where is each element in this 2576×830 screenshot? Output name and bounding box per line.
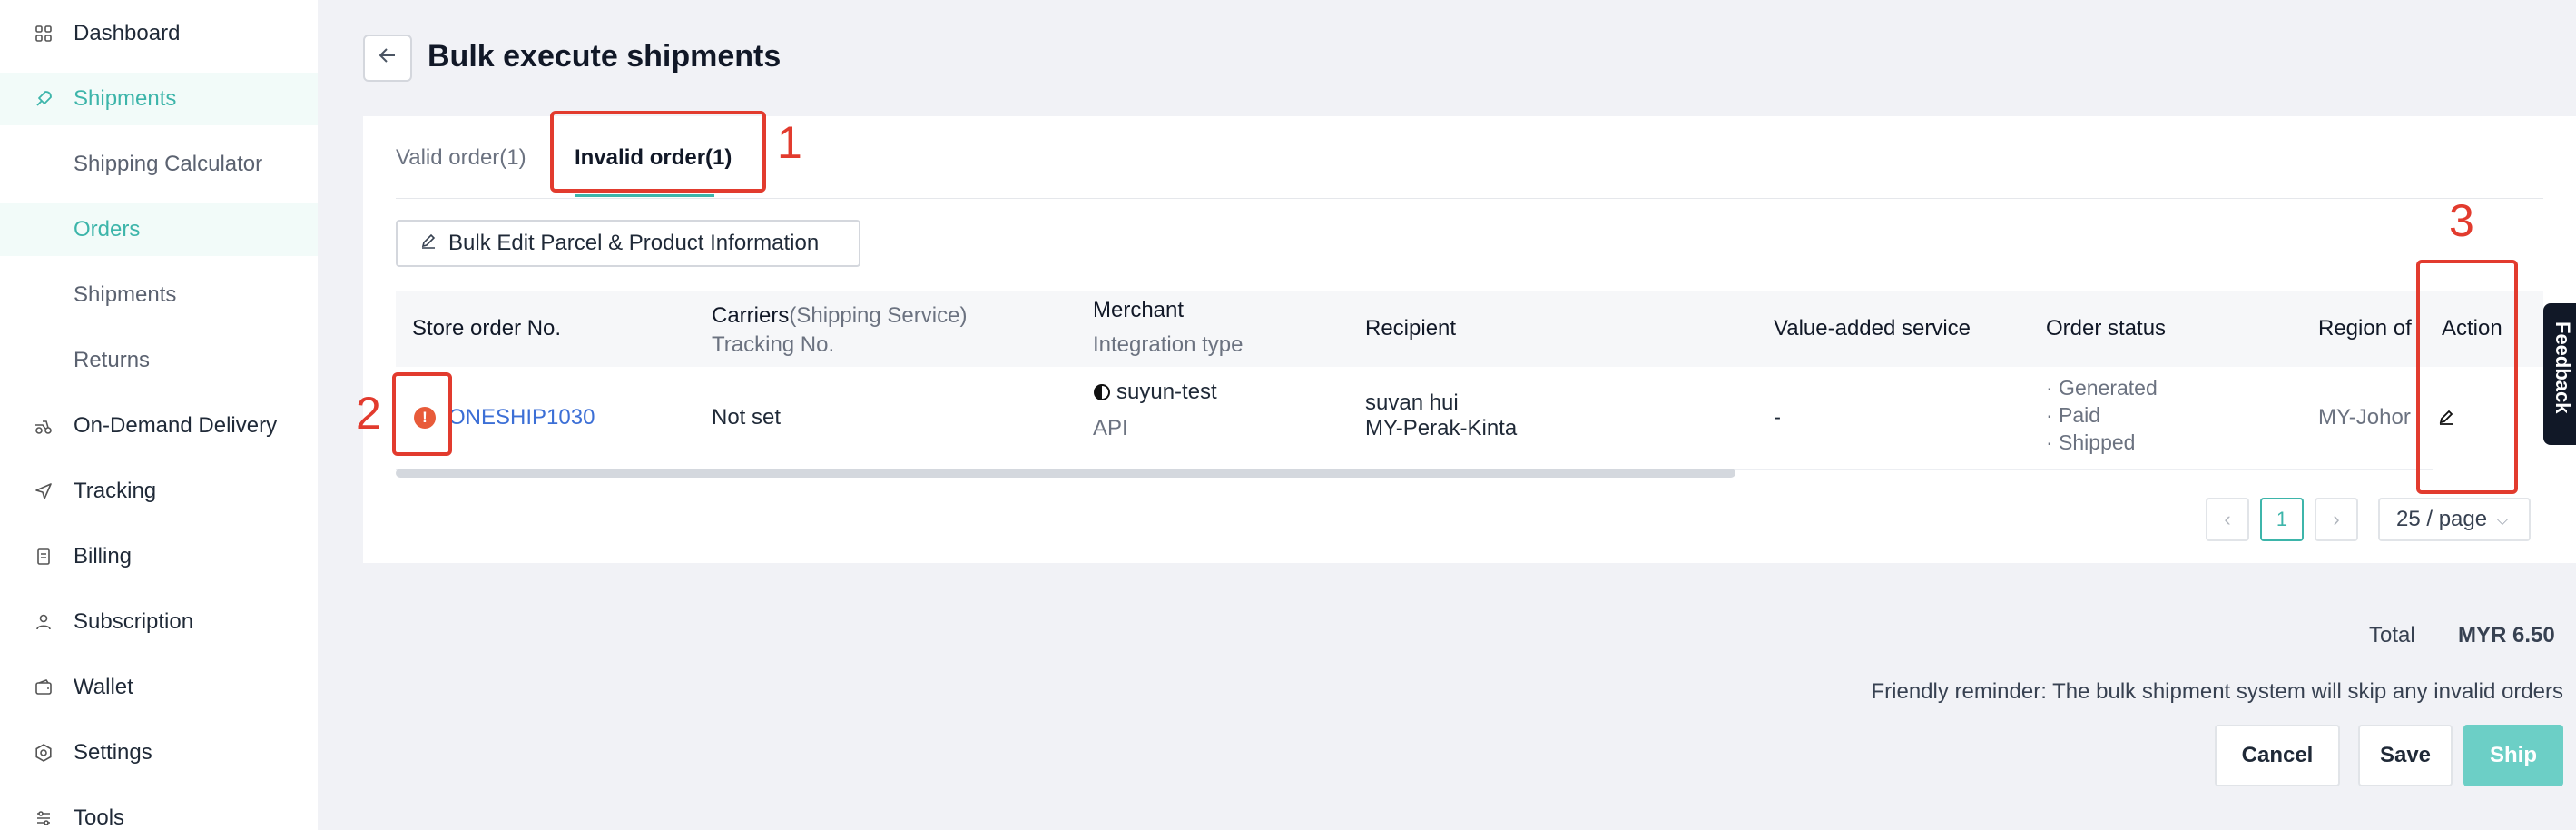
page-number-button[interactable]: 1 — [2260, 498, 2304, 541]
annotation-number-2: 2 — [356, 388, 381, 439]
header-tracking: Tracking No. — [712, 332, 835, 357]
sidebar-item-wallet[interactable]: Wallet — [0, 661, 318, 714]
cancel-button[interactable]: Cancel — [2215, 725, 2340, 786]
sidebar-item-label: Settings — [74, 740, 152, 765]
sidebar-item-label: On-Demand Delivery — [74, 413, 278, 438]
header-integration: Integration type — [1093, 332, 1244, 357]
next-page-button[interactable]: › — [2315, 498, 2358, 541]
table-row: ! ONESHIP1030 Not set suyun-test API suv… — [396, 367, 2543, 470]
header-merchant: Merchant — [1093, 298, 1185, 322]
sidebar-item-label: Shipments — [74, 86, 177, 111]
wallet-icon — [33, 677, 54, 698]
reminder-text: Friendly reminder: The bulk shipment sys… — [1871, 679, 2563, 704]
chevron-down-icon: ⌵ — [2496, 509, 2509, 529]
save-button[interactable]: Save — [2358, 725, 2453, 786]
annotation-number-1: 1 — [777, 117, 802, 168]
header-carriers: Carriers(Shipping Service) — [712, 303, 967, 329]
integration-value: API — [1093, 416, 1128, 440]
delivery-icon — [33, 415, 54, 437]
annotation-box-3 — [2416, 260, 2518, 494]
sidebar-item-returns[interactable]: Returns — [0, 334, 318, 387]
order-number-link[interactable]: ONESHIP1030 — [448, 405, 595, 430]
sidebar-item-label: Orders — [74, 217, 141, 242]
sidebar-item-label: Returns — [74, 348, 151, 372]
status-shipped: · Shipped — [2046, 430, 2136, 454]
sidebar-item-label: Subscription — [74, 609, 194, 634]
annotation-box-1 — [550, 111, 766, 193]
merchant-logo-icon — [1093, 383, 1111, 401]
header-shipping-service: (Shipping Service) — [789, 303, 968, 328]
tab-valid-order[interactable]: Valid order(1) — [396, 145, 526, 171]
recipient-name: suvan hui — [1365, 390, 1459, 415]
ship-button[interactable]: Ship — [2463, 725, 2563, 786]
header-order-status: Order status — [2046, 316, 2167, 341]
annotation-box-2 — [392, 372, 452, 456]
sidebar-item-shipping-calculator[interactable]: Shipping Calculator — [0, 138, 318, 191]
sidebar-item-label: Tools — [74, 805, 125, 830]
status-generated: · Generated — [2046, 376, 2158, 400]
recipient-region: MY-Perak-Kinta — [1365, 416, 1518, 440]
sidebar-item-label: Shipments — [74, 282, 177, 307]
horizontal-scrollbar[interactable] — [396, 469, 1735, 478]
header-value-added-service: Value-added service — [1774, 316, 1971, 341]
bulk-edit-button[interactable]: Bulk Edit Parcel & Product Information — [396, 220, 860, 267]
page-title: Bulk execute shipments — [428, 39, 782, 74]
receipt-icon — [33, 546, 54, 568]
annotation-number-3: 3 — [2449, 195, 2474, 246]
sidebar-item-shipments-sub[interactable]: Shipments — [0, 269, 318, 321]
total-label: Total — [2369, 623, 2415, 647]
back-button[interactable] — [363, 35, 412, 82]
sidebar-item-label: Dashboard — [74, 21, 181, 45]
page-size-select[interactable]: 25 / page ⌵ — [2378, 498, 2531, 541]
grid-icon — [33, 23, 54, 44]
sidebar-item-label: Shipping Calculator — [74, 152, 263, 176]
page-size-value: 25 / page — [2396, 507, 2488, 531]
settings-icon — [33, 742, 54, 764]
sidebar-item-shipments[interactable]: Shipments — [0, 73, 318, 125]
send-icon — [33, 480, 54, 502]
sidebar-item-subscription[interactable]: Subscription — [0, 596, 318, 648]
user-icon — [33, 611, 54, 633]
arrow-left-icon — [377, 44, 398, 73]
sidebar-item-label: Tracking — [74, 479, 157, 503]
status-paid: · Paid — [2046, 403, 2101, 427]
feedback-tab[interactable]: Feedback — [2543, 303, 2576, 445]
merchant-value: suyun-test — [1093, 380, 1217, 405]
merchant-name: suyun-test — [1116, 380, 1217, 404]
sidebar-item-label: Billing — [74, 544, 133, 568]
tabs-divider — [396, 198, 2543, 199]
chevron-right-icon: › — [2333, 508, 2340, 530]
sidebar-item-billing[interactable]: Billing — [0, 530, 318, 583]
header-store-order: Store order No. — [412, 316, 562, 341]
sidebar-item-tracking[interactable]: Tracking — [0, 465, 318, 518]
rocket-icon — [33, 88, 54, 110]
feedback-label: Feedback — [2551, 321, 2574, 414]
carrier-value: Not set — [712, 405, 782, 430]
active-tab-indicator — [575, 194, 714, 197]
sidebar: Dashboard Shipments Shipping Calculator … — [0, 0, 318, 830]
sidebar-item-tools[interactable]: Tools — [0, 792, 318, 830]
header-region: Region of — [2318, 316, 2412, 341]
header-carriers-label: Carriers — [712, 303, 790, 328]
edit-icon — [419, 232, 438, 255]
sidebar-item-orders[interactable]: Orders — [0, 203, 318, 256]
sidebar-item-on-demand-delivery[interactable]: On-Demand Delivery — [0, 400, 318, 452]
tools-icon — [33, 807, 54, 829]
sidebar-item-label: Wallet — [74, 675, 133, 699]
bulk-edit-label: Bulk Edit Parcel & Product Information — [448, 231, 820, 255]
sidebar-item-settings[interactable]: Settings — [0, 726, 318, 779]
value-added-service-value: - — [1774, 405, 1781, 430]
table-header: Store order No. Carriers(Shipping Servic… — [396, 291, 2543, 367]
total-value: MYR 6.50 — [2458, 623, 2555, 647]
chevron-left-icon: ‹ — [2224, 508, 2231, 530]
sidebar-item-dashboard[interactable]: Dashboard — [0, 7, 318, 60]
header-recipient: Recipient — [1365, 316, 1457, 341]
prev-page-button[interactable]: ‹ — [2206, 498, 2249, 541]
